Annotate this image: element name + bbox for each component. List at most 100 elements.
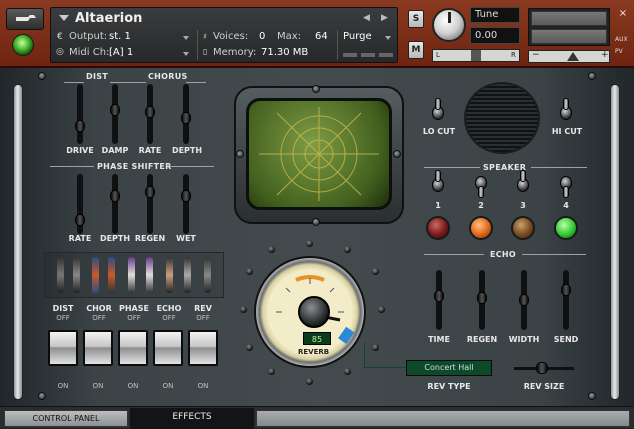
- chorus-indicator: [108, 257, 115, 293]
- reverb-knob[interactable]: [298, 296, 330, 328]
- phaser-rate-label: RATE: [68, 234, 92, 243]
- divider: [531, 167, 587, 168]
- phaser-depth-fader-track[interactable]: [112, 174, 118, 234]
- tab-effects[interactable]: EFFECTS: [130, 408, 254, 429]
- phaser-regen-fader-track[interactable]: [147, 174, 153, 234]
- mute-button[interactable]: M: [408, 41, 424, 59]
- speaker-4-toggle[interactable]: [560, 176, 572, 200]
- chorus-toggle[interactable]: [83, 330, 113, 366]
- purge-dropdown-icon[interactable]: [385, 36, 391, 40]
- divider: [170, 166, 214, 167]
- volume-plus[interactable]: +: [601, 50, 609, 60]
- output-select[interactable]: st. 1: [109, 31, 131, 42]
- meter-right: [531, 29, 607, 44]
- pan-slider[interactable]: L R: [432, 49, 520, 62]
- dist-indicator: [73, 257, 80, 293]
- echo-send-fader-track[interactable]: [563, 270, 569, 330]
- solo-button[interactable]: S: [408, 10, 424, 28]
- reverb-value: 85: [303, 332, 331, 345]
- reverb-size-slider-handle[interactable]: [536, 362, 548, 374]
- max-voices-value[interactable]: 64: [315, 31, 328, 42]
- phaser-depth-label: DEPTH: [99, 234, 131, 243]
- hi-cut-toggle[interactable]: [560, 98, 572, 122]
- chorus-depth-label: DEPTH: [171, 146, 203, 155]
- speaker-3-toggle[interactable]: [517, 170, 529, 194]
- divider: [522, 254, 586, 255]
- speaker-1-led[interactable]: [426, 216, 450, 240]
- instrument-name[interactable]: Altaerion: [75, 11, 142, 26]
- divider: [186, 82, 206, 83]
- chorus-title: CHORUS: [148, 72, 188, 81]
- reverb-type-select[interactable]: Concert Hall: [406, 360, 492, 376]
- chorus-on-label: ON: [92, 382, 104, 390]
- tab-control-panel[interactable]: CONTROL PANEL: [4, 410, 128, 427]
- divider: [50, 166, 94, 167]
- echo-indicator: [184, 257, 191, 293]
- echo-width-fader-handle[interactable]: [519, 294, 529, 306]
- screw: [312, 218, 320, 226]
- echo-indicator: [166, 257, 173, 293]
- dial-bolt: [344, 368, 351, 375]
- speaker-2-toggle[interactable]: [475, 176, 487, 200]
- tune-value[interactable]: 0.00: [470, 27, 520, 44]
- echo-send-fader-handle[interactable]: [561, 284, 571, 296]
- speaker-3-led[interactable]: [511, 216, 535, 240]
- screw: [588, 72, 596, 80]
- dial-connector-line: [364, 342, 406, 368]
- close-button[interactable]: ×: [616, 8, 630, 21]
- midi-dropdown-icon[interactable]: [183, 52, 189, 56]
- echo-regen-fader-handle[interactable]: [477, 292, 487, 304]
- volume-handle-icon[interactable]: [567, 52, 579, 61]
- chorus-depth-fader-handle[interactable]: [181, 112, 191, 124]
- dist-indicator: [57, 257, 64, 293]
- reverb-on-label: ON: [197, 382, 209, 390]
- reverb-toggle[interactable]: [188, 330, 218, 366]
- speaker-4-led[interactable]: [554, 216, 578, 240]
- pv-button[interactable]: PV: [615, 48, 623, 55]
- phaser-wet-fader-handle[interactable]: [181, 190, 191, 202]
- echo-time-fader-handle[interactable]: [434, 290, 444, 302]
- speaker-1-toggle[interactable]: [432, 170, 444, 194]
- purge-menu[interactable]: Purge: [343, 31, 372, 42]
- phase-indicator: [128, 257, 135, 293]
- next-instrument-icon[interactable]: ▶: [381, 13, 388, 23]
- lo-cut-toggle[interactable]: [432, 98, 444, 122]
- damp-fader-handle[interactable]: [110, 104, 120, 116]
- screw: [588, 392, 596, 400]
- wrench-icon[interactable]: [6, 8, 44, 30]
- power-led-icon[interactable]: [12, 34, 34, 56]
- prev-instrument-icon[interactable]: ◀: [363, 13, 370, 23]
- pan-right-label: R: [511, 51, 516, 59]
- phaser-regen-fader-handle[interactable]: [145, 186, 155, 198]
- dist-title: DIST: [86, 72, 109, 81]
- phaser-wet-fader-track[interactable]: [183, 174, 189, 234]
- echo-toggle[interactable]: [153, 330, 183, 366]
- reverb-indicator: [204, 257, 211, 293]
- midi-select[interactable]: [A] 1: [109, 47, 133, 58]
- dist-toggle[interactable]: [48, 330, 78, 366]
- echo-time-label: TIME: [428, 335, 450, 344]
- phase-toggle[interactable]: [118, 330, 148, 366]
- reverb-switch-label: REV: [194, 304, 212, 313]
- right-rail: [610, 84, 620, 400]
- phaser-depth-fader-handle[interactable]: [110, 190, 120, 202]
- drive-fader-handle[interactable]: [75, 120, 85, 132]
- purge-indicator: [379, 53, 393, 57]
- volume-minus[interactable]: −: [532, 50, 540, 60]
- pan-handle[interactable]: [471, 50, 481, 61]
- echo-send-label: SEND: [553, 335, 579, 344]
- chorus-rate-fader-handle[interactable]: [145, 106, 155, 118]
- aux-button[interactable]: AUX: [615, 36, 628, 43]
- instrument-menu-arrow-icon[interactable]: [59, 15, 69, 21]
- output-dropdown-icon[interactable]: [183, 36, 189, 40]
- dial-bolt: [268, 368, 275, 375]
- tune-knob[interactable]: [432, 8, 466, 42]
- drive-fader-track[interactable]: [77, 84, 83, 144]
- lo-cut-label: LO CUT: [422, 127, 456, 136]
- volume-slider[interactable]: − +: [528, 50, 610, 63]
- speaker-2-led[interactable]: [469, 216, 493, 240]
- divider: [197, 30, 198, 60]
- midi-label: Midi Ch:: [69, 47, 110, 58]
- screw: [393, 150, 401, 158]
- phaser-rate-fader-handle[interactable]: [75, 214, 85, 226]
